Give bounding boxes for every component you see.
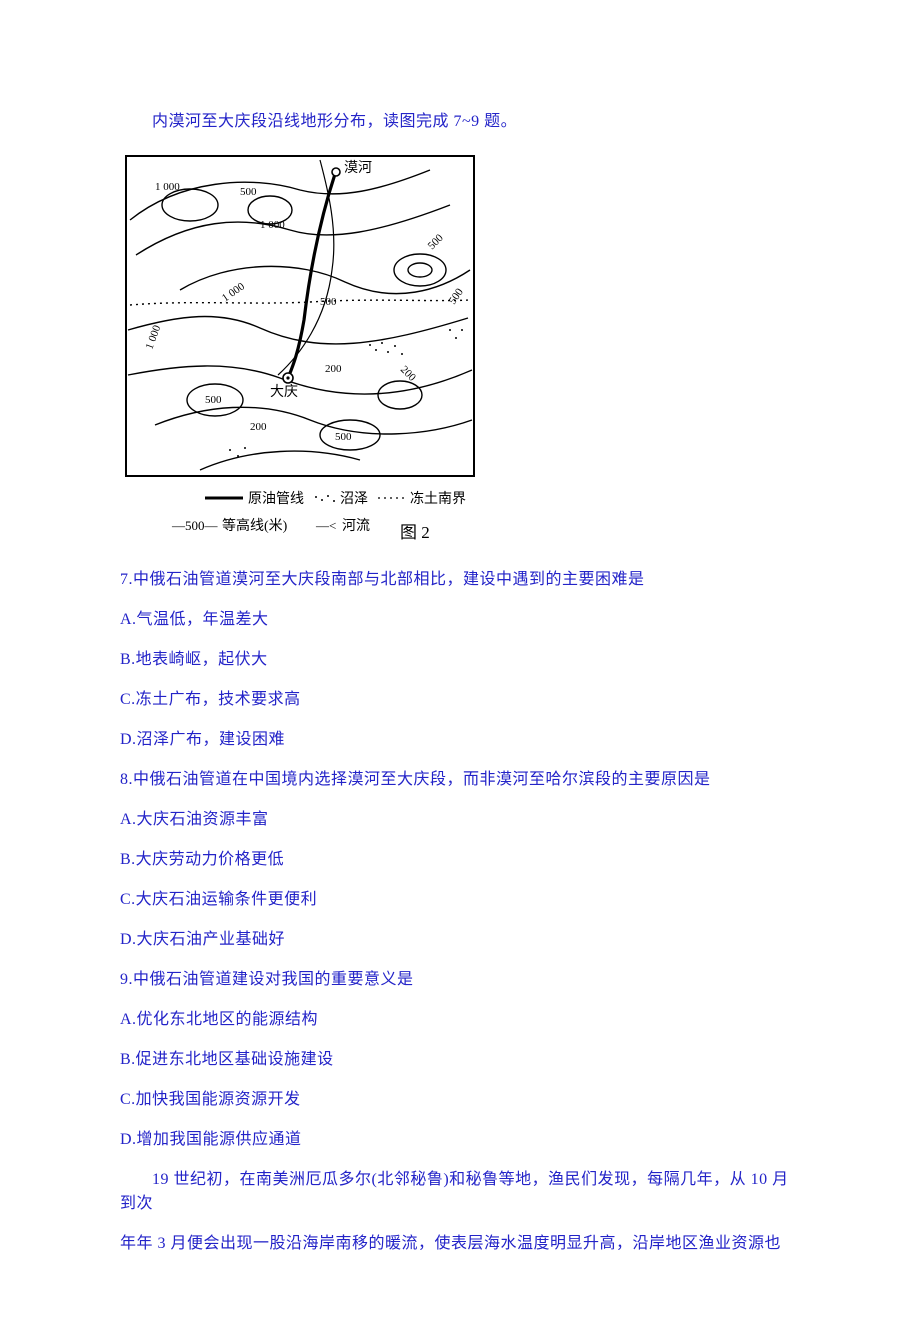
legend-contour: 等高线(米) [222, 517, 288, 534]
contour-label: 500 [240, 186, 257, 198]
contour-label: 500 [447, 286, 467, 307]
q9-option-c: C.加快我国能源资源开发 [120, 1088, 800, 1112]
q8-option-d: D.大庆石油产业基础好 [120, 928, 800, 952]
legend-swamp: 沼泽 [340, 491, 368, 507]
passage-line-1: 19 世纪初，在南美洲厄瓜多尔(北邻秘鲁)和秘鲁等地，渔民们发现，每隔几年，从 … [120, 1168, 800, 1216]
contour-label: 1 000 [220, 280, 248, 304]
q8-option-a: A.大庆石油资源丰富 [120, 808, 800, 832]
city-label-daqing: 大庆 [270, 384, 298, 400]
legend-contour-value: —500— [171, 518, 219, 533]
contour-map-svg: 1 000 1 000 1 000 1 000 500 500 500 500 … [120, 150, 480, 550]
legend-frost: 冻土南界 [410, 490, 466, 507]
document-page: 内漠河至大庆段沿线地形分布，读图完成 7~9 题。 [0, 0, 920, 1332]
q8-option-b: B.大庆劳动力价格更低 [120, 848, 800, 872]
q7-option-d: D.沼泽广布，建设困难 [120, 728, 800, 752]
legend-river: 河流 [342, 518, 370, 534]
q9-option-d: D.增加我国能源供应通道 [120, 1128, 800, 1152]
q7-option-b: B.地表崎岖，起伏大 [120, 648, 800, 672]
q8-option-c: C.大庆石油运输条件更便利 [120, 888, 800, 912]
contour-label: 1 000 [155, 181, 180, 193]
legend-pipeline: 原油管线 [248, 491, 304, 507]
figure-caption: 图 2 [400, 523, 430, 542]
q9-stem: 9.中俄石油管道建设对我国的重要意义是 [120, 968, 800, 992]
intro-text: 内漠河至大庆段沿线地形分布，读图完成 7~9 题。 [120, 110, 800, 134]
passage-line-2: 年年 3 月便会出现一股沿海岸南移的暖流，使表层海水温度明显升高，沿岸地区渔业资… [120, 1232, 800, 1256]
city-label-mohe: 漠河 [344, 160, 372, 176]
contour-label: 200 [325, 363, 342, 375]
q7-option-a: A.气温低，年温差大 [120, 608, 800, 632]
contour-label: 500 [335, 431, 352, 443]
q9-option-a: A.优化东北地区的能源结构 [120, 1008, 800, 1032]
contour-label: 500 [320, 296, 337, 308]
q8-stem: 8.中俄石油管道在中国境内选择漠河至大庆段，而非漠河至哈尔滨段的主要原因是 [120, 768, 800, 792]
q7-option-c: C.冻土广布，技术要求高 [120, 688, 800, 712]
contour-label: 500 [426, 232, 447, 253]
contour-label: 500 [205, 394, 222, 406]
q9-option-b: B.促进东北地区基础设施建设 [120, 1048, 800, 1072]
figure-2: 1 000 1 000 1 000 1 000 500 500 500 500 … [120, 150, 800, 550]
contour-label: 1 000 [260, 219, 285, 231]
contour-label: 1 000 [144, 323, 164, 351]
contour-label: 200 [250, 421, 267, 433]
legend-river-symbol: —< [315, 518, 336, 533]
q7-stem: 7.中俄石油管道漠河至大庆段南部与北部相比，建设中遇到的主要困难是 [120, 568, 800, 592]
